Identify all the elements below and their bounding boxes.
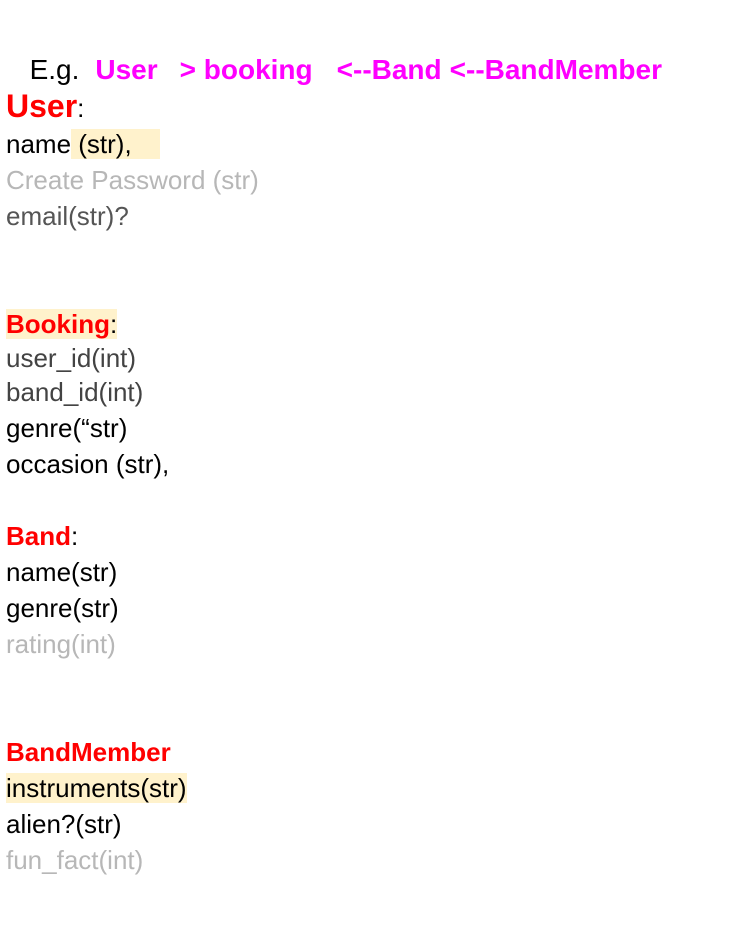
example-user: User [95,54,158,85]
user-field-name: name (str), [6,126,160,162]
booking-heading-colon: : [110,309,118,339]
user-field-email: email(str)? [6,201,129,231]
user-heading-colon: : [77,93,85,123]
bandmember-heading: BandMember [6,737,171,767]
user-heading-text: User [6,88,78,124]
band-field-genre: genre(str) [6,593,119,623]
bandmember-field-fun-fact: fun_fact(int) [6,845,144,875]
booking-field-user-id: user_id(int) [6,343,137,373]
band-heading: Band: [6,518,78,554]
example-bandmember: <--BandMember [449,54,663,85]
example-line: E.g. User > booking <--Band <--BandMember [14,16,662,88]
booking-field-genre: genre(“str) [6,413,128,443]
example-booking: > booking [179,54,313,85]
booking-heading-text: Booking: [6,309,118,339]
user-field-name-type: (str), [71,129,160,159]
booking-heading-label: Booking [6,309,110,339]
user-field-password: Create Password (str) [6,165,259,195]
example-band: <--Band [336,54,442,85]
user-heading: User: [6,88,84,126]
band-heading-text: Band [6,521,71,551]
booking-heading: Booking: [6,306,118,342]
example-prefix: E.g. [29,54,80,85]
band-field-name: name(str) [6,557,118,587]
booking-field-occasion: occasion (str), [6,449,170,479]
booking-field-band-id: band_id(int) [6,377,144,407]
bandmember-field-alien: alien?(str) [6,809,122,839]
bandmember-field-instruments-text: instruments(str) [6,773,187,803]
band-field-rating: rating(int) [6,629,116,659]
band-heading-colon: : [71,521,79,551]
user-field-name-label: name [6,129,72,159]
bandmember-field-instruments: instruments(str) [6,770,187,806]
